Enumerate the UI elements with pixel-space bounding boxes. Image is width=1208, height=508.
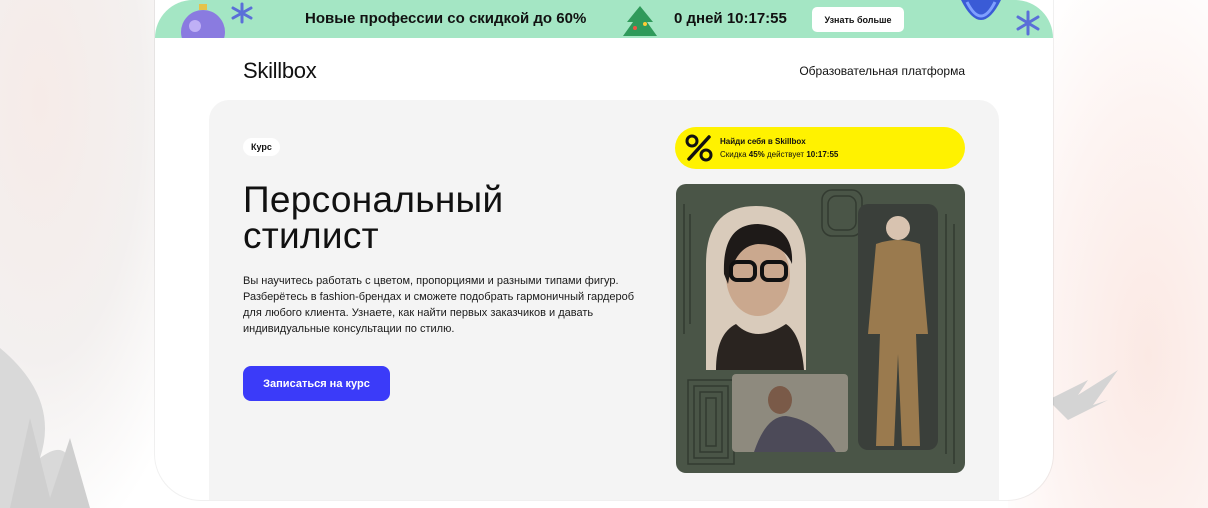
snowflake-icon (1016, 10, 1040, 36)
ornament-cone-icon (961, 0, 1001, 20)
promo-text: Новые профессии со скидкой до 60% (305, 10, 587, 27)
discount-subtitle: Скидка 45% действует 10:17:55 (720, 150, 839, 159)
skillbox-logo[interactable]: Skillbox (243, 58, 317, 84)
page-frame: Новые профессии со скидкой до 60% 0 дней… (155, 0, 1053, 500)
percent-icon (685, 134, 713, 162)
course-image-collage (676, 184, 965, 473)
educational-platform-link[interactable]: Образовательная платформа (799, 64, 965, 78)
ornament-ball-icon (181, 4, 225, 38)
course-badge: Курс (243, 138, 280, 156)
christmas-tree-icon (623, 6, 657, 36)
brush-stroke-decoration (0, 348, 90, 508)
promo-banner[interactable]: Новые профессии со скидкой до 60% 0 дней… (155, 0, 1053, 38)
fashion-photos-illustration (683, 189, 955, 465)
discount-title: Найди себя в Skillbox (720, 137, 806, 146)
course-description: Вы научитесь работать с цветом, пропорци… (243, 275, 635, 335)
course-title: Персональный стилист (243, 179, 504, 256)
brush-stroke-decoration-right (1048, 370, 1118, 420)
learn-more-button[interactable]: Узнать больше (812, 7, 904, 32)
discount-percent: 45% (748, 150, 765, 159)
hero-card: Курс Персональный стилист Вы научитесь р… (209, 100, 999, 500)
discount-timer: 10:17:55 (806, 150, 839, 159)
enroll-button[interactable]: Записаться на курс (243, 366, 390, 401)
discount-banner[interactable]: Найди себя в Skillbox Скидка 45% действу… (675, 127, 965, 169)
snowflake-icon (231, 2, 253, 24)
promo-timer: 0 дней 10:17:55 (674, 10, 787, 27)
